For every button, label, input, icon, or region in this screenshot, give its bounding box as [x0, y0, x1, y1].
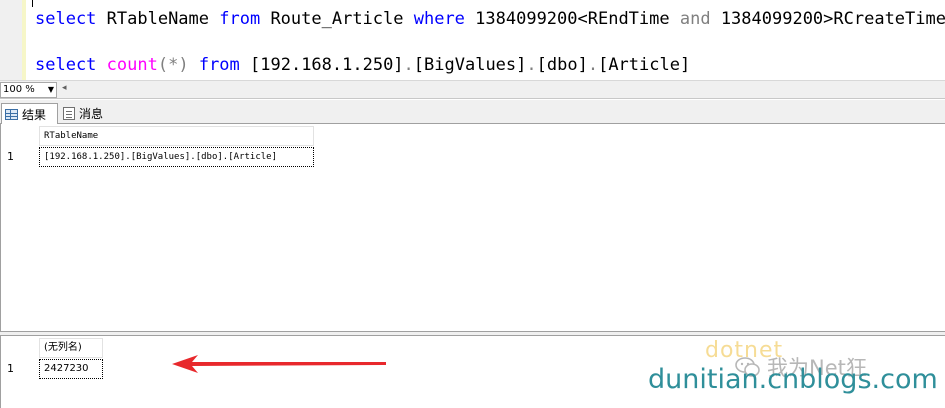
code-line-1[interactable]: select RTableName from Route_Article whe… — [35, 8, 945, 30]
dropdown-arrow-icon[interactable]: ▼ — [48, 83, 54, 97]
tab-results-label: 结果 — [22, 107, 47, 122]
tab-results[interactable]: 结果 — [1, 103, 58, 124]
row-number[interactable]: 1 — [7, 362, 14, 375]
change-tracking-bar — [22, 0, 26, 80]
grid-icon — [5, 108, 18, 120]
text-caret — [32, 0, 33, 7]
watermark-url: dunitian.cnblogs.com — [648, 364, 938, 395]
results-tabs: 结果 消息 — [0, 100, 945, 124]
sql-editor[interactable]: select RTableName from Route_Article whe… — [0, 0, 945, 80]
zoom-value: 100 % — [3, 84, 35, 95]
column-header[interactable]: RTableName — [39, 126, 314, 146]
grid-corner[interactable] — [1, 338, 39, 358]
zoom-bar: 100 % ▼ ◂ — [0, 80, 945, 99]
grid-corner[interactable] — [1, 126, 39, 146]
grid-cell[interactable]: 2427230 — [39, 359, 103, 379]
grid-cell[interactable]: [192.168.1.250].[BigValues].[dbo].[Artic… — [39, 147, 314, 167]
editor-margin — [0, 0, 24, 80]
tab-messages-label: 消息 — [79, 107, 104, 121]
row-number[interactable]: 1 — [7, 150, 14, 163]
tab-messages[interactable]: 消息 — [60, 103, 114, 124]
result-grid-1[interactable]: RTableName 1 [192.168.1.250].[BigValues]… — [0, 124, 945, 331]
arrow-left-icon — [172, 355, 386, 373]
code-line-2[interactable]: select count(*) from [192.168.1.250].[Bi… — [35, 54, 690, 76]
horizontal-scrollbar[interactable]: ◂ — [62, 83, 945, 97]
column-header[interactable]: (无列名) — [39, 338, 103, 358]
scroll-left-icon[interactable]: ◂ — [62, 83, 67, 93]
message-icon — [63, 107, 75, 120]
zoom-select[interactable]: 100 % ▼ — [0, 82, 57, 98]
